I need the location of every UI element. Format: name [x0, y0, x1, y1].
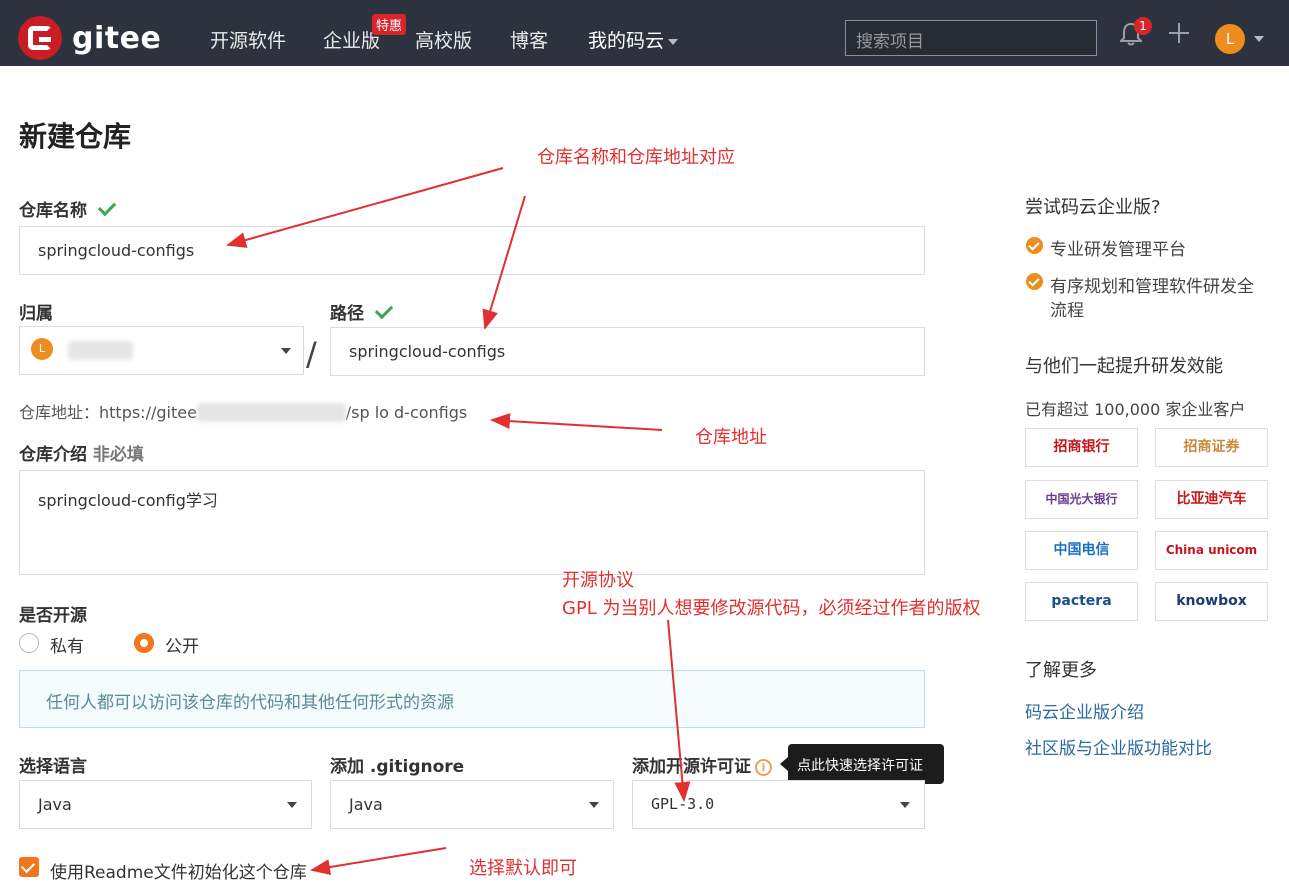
annotation-readme: 选择默认即可	[469, 858, 577, 879]
license-select[interactable]: GPL-3.0	[632, 780, 925, 829]
private-radio-label[interactable]: 私有	[50, 632, 84, 657]
user-avatar[interactable]: L	[1215, 24, 1245, 54]
intro-textarea[interactable]: springcloud-config学习	[19, 470, 925, 575]
check-circle-icon	[1026, 273, 1043, 290]
repo-url-suffix: /sp lo d-configs	[345, 403, 468, 422]
notification-badge: 1	[1134, 17, 1152, 35]
chevron-down-icon	[668, 38, 679, 45]
language-label: 选择语言	[19, 757, 87, 777]
brand-logo: knowbox	[1155, 582, 1268, 621]
annotation-license-note: GPL 为当别人想要修改源代码，必须经过作者的版权	[562, 598, 981, 619]
annotation-repo-url: 仓库地址	[695, 427, 767, 448]
chevron-down-icon[interactable]	[1254, 36, 1264, 42]
repo-name-label-text: 仓库名称	[19, 201, 87, 221]
readme-checkbox[interactable]	[19, 857, 39, 877]
nav-my-gitee-label: 我的码云	[588, 30, 665, 52]
owner-label: 归属	[19, 304, 53, 324]
owner-avatar: L	[31, 338, 53, 360]
chevron-down-icon	[287, 802, 297, 808]
check-circle-icon	[1026, 237, 1043, 254]
intro-label: 仓库介绍 非必填	[19, 440, 144, 465]
public-radio-label[interactable]: 公开	[165, 632, 199, 657]
repo-url: 仓库地址：https://giteexxxx.com/xxxxxxx/sp lo…	[19, 399, 467, 423]
license-label: 添加开源许可证 i	[632, 752, 772, 777]
path-separator: /	[306, 335, 317, 373]
nav-education[interactable]: 高校版	[415, 26, 472, 53]
link-enterprise-intro[interactable]: 码云企业版介绍	[1025, 698, 1144, 723]
repo-url-prefix: 仓库地址：https://gitee	[19, 403, 197, 422]
brand-logo: 招商银行	[1025, 428, 1138, 467]
path-label: 路径	[330, 299, 394, 324]
brand-logo: 中国光大银行	[1025, 480, 1138, 519]
nav-promo-badge: 特惠	[372, 14, 407, 35]
check-icon	[97, 197, 117, 217]
path-input[interactable]: springcloud-configs	[330, 327, 925, 376]
private-radio[interactable]	[19, 633, 39, 653]
language-select[interactable]: Java	[19, 780, 312, 829]
top-navbar: gitee 开源软件 企业版 特惠 高校版 博客 我的码云 搜索项目 1 L	[0, 0, 1289, 66]
feature-item: 专业研发管理平台	[1050, 240, 1186, 260]
feature-item: 有序规划和管理软件研发全	[1050, 277, 1254, 297]
brand-logo: 招商证券	[1155, 428, 1268, 467]
gitignore-select[interactable]: Java	[330, 780, 614, 829]
repo-url-redacted: xxxx.com/xxxxxxx	[196, 403, 346, 422]
owner-value: mahjuct	[68, 341, 134, 360]
check-icon	[374, 300, 394, 320]
gitee-logo-icon	[18, 16, 62, 60]
gitee-logo[interactable]: gitee	[18, 16, 161, 60]
info-icon[interactable]: i	[755, 758, 772, 776]
brand-logo: China unicom	[1155, 531, 1268, 570]
page-title: 新建仓库	[19, 120, 132, 153]
chevron-down-icon	[900, 802, 910, 808]
public-notice: 任何人都可以访问该仓库的代码和其他任何形式的资源	[19, 670, 925, 728]
brand-logo: 比亚迪汽车	[1155, 480, 1268, 519]
gitignore-label: 添加 .gitignore	[330, 757, 465, 777]
open-source-label: 是否开源	[19, 606, 87, 626]
brand-logo: pactera	[1025, 582, 1138, 621]
brand-logo: 中国电信	[1025, 531, 1138, 570]
readme-checkbox-label[interactable]: 使用Readme文件初始化这个仓库	[50, 858, 307, 883]
arrow-to-readme	[310, 847, 447, 875]
promote-title: 与他们一起提升研发效能	[1025, 356, 1223, 377]
link-edition-compare[interactable]: 社区版与企业版功能对比	[1025, 734, 1212, 759]
chevron-down-icon	[281, 348, 291, 354]
license-tooltip: 点此快速选择许可证	[780, 744, 944, 784]
learn-more-title: 了解更多	[1025, 660, 1097, 681]
annotation-license-title: 开源协议	[562, 570, 634, 591]
chevron-down-icon	[589, 802, 599, 808]
nav-blog[interactable]: 博客	[510, 26, 548, 53]
nav-open-source[interactable]: 开源软件	[210, 26, 286, 53]
intro-optional-hint: 非必填	[92, 445, 144, 465]
feature-item-cont: 流程	[1050, 301, 1084, 321]
intro-label-text: 仓库介绍	[19, 445, 87, 465]
repo-name-label: 仓库名称	[19, 196, 117, 221]
customers-text: 已有超过 100,000 家企业客户	[1025, 400, 1246, 419]
repo-name-input[interactable]: springcloud-configs	[19, 226, 925, 275]
license-label-text: 添加开源许可证	[632, 757, 751, 777]
search-input[interactable]: 搜索项目	[845, 20, 1097, 56]
logo-text: gitee	[72, 20, 162, 56]
plus-icon[interactable]	[1168, 22, 1190, 44]
path-label-text: 路径	[330, 304, 364, 324]
arrow-to-repo-url	[490, 413, 663, 431]
enterprise-trial-title: 尝试码云企业版?	[1025, 197, 1161, 218]
owner-select[interactable]: mahjuct	[19, 326, 304, 375]
public-radio[interactable]	[134, 633, 154, 653]
annotation-name-path: 仓库名称和仓库地址对应	[537, 147, 735, 168]
nav-my-gitee[interactable]: 我的码云	[588, 26, 679, 53]
